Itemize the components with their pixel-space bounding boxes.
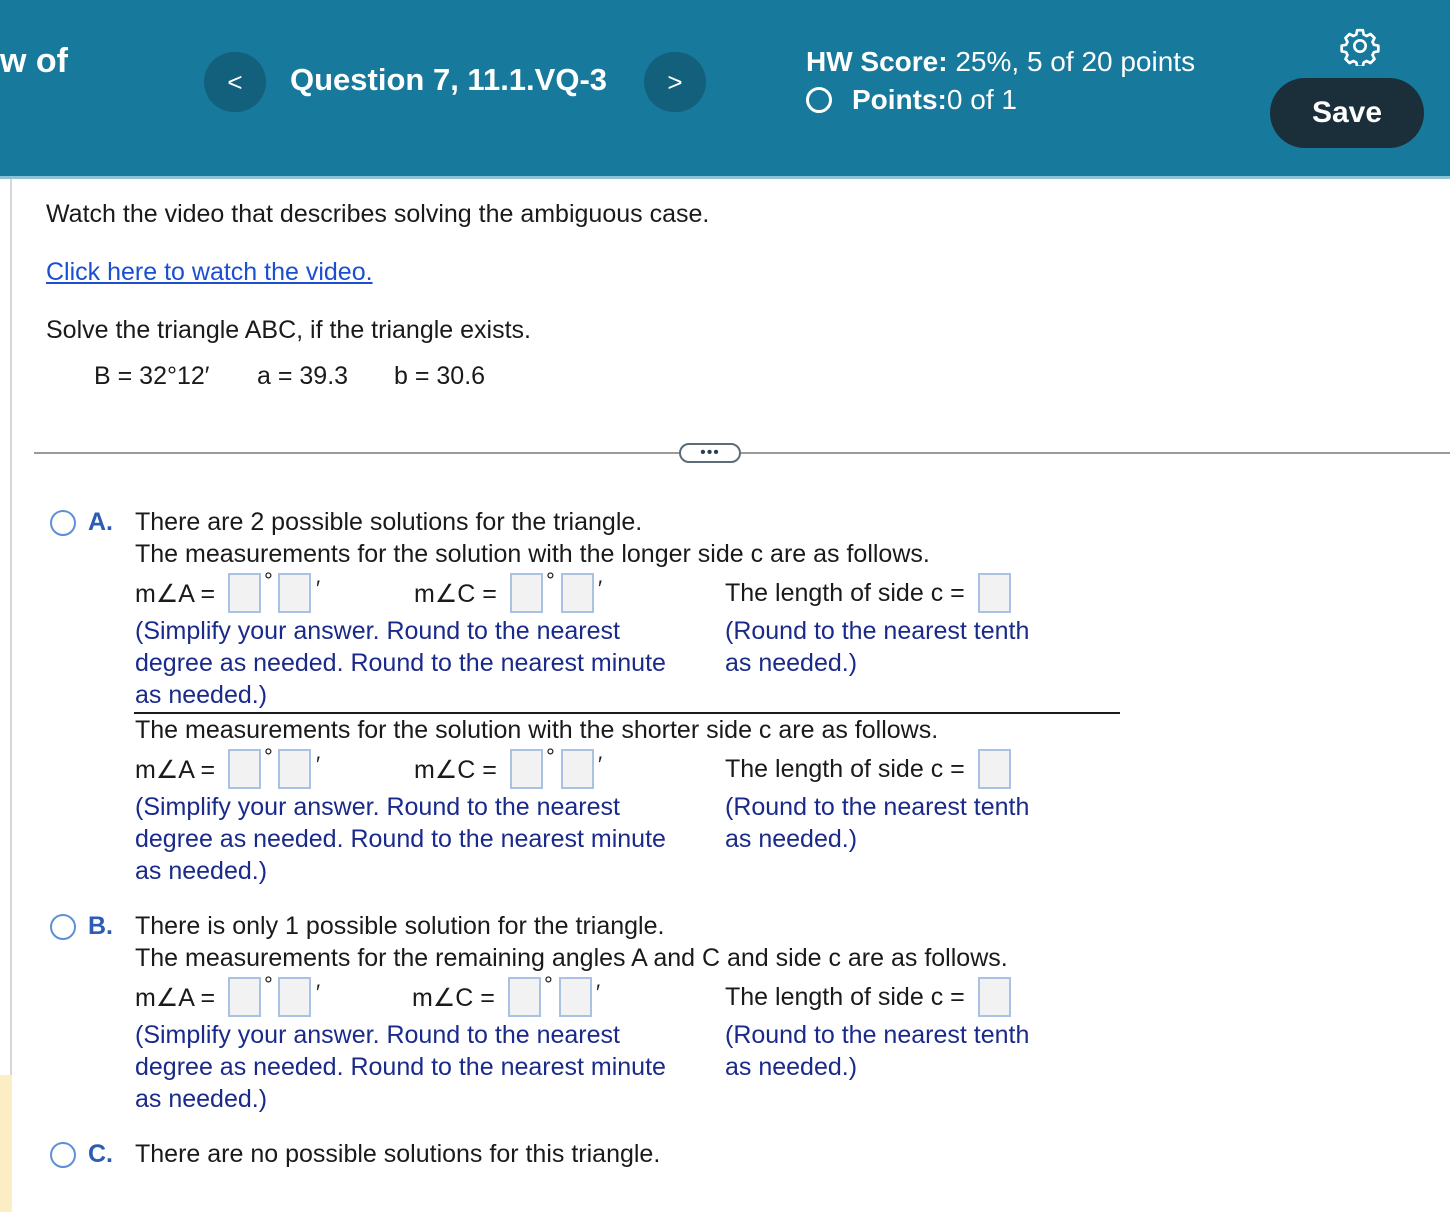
hint-line: as needed.) <box>725 649 858 677</box>
angle-c-label: m∠C = <box>414 580 497 608</box>
degree-symbol: ° <box>544 972 553 997</box>
option-a-text: There are 2 possible solutions for the t… <box>135 508 643 536</box>
a2-angle-c-minutes-input[interactable] <box>561 749 594 789</box>
left-rail-highlight <box>0 1075 12 1212</box>
b-angle-a-degrees-input[interactable] <box>228 977 261 1017</box>
side-c-label: The length of side c = <box>725 983 965 1011</box>
minute-symbol: ′ <box>598 576 603 601</box>
minute-symbol: ′ <box>316 980 321 1005</box>
video-link[interactable]: Click here to watch the video. <box>46 258 373 287</box>
minute-symbol: ′ <box>596 980 601 1005</box>
angle-a-label: m∠A = <box>135 756 216 784</box>
side-hint: (Round to the nearest tenth as needed.) <box>725 1019 1029 1083</box>
intro-text: Watch the video that describes solving t… <box>46 200 710 228</box>
hint-line: (Round to the nearest tenth <box>725 617 1030 645</box>
degree-symbol: ° <box>546 568 555 593</box>
side-hint: (Round to the nearest tenth as needed.) <box>725 615 1029 679</box>
angle-c-label: m∠C = <box>414 756 497 784</box>
hint-line: degree as needed. Round to the nearest m… <box>135 649 666 677</box>
a1-side-c-input[interactable] <box>978 573 1011 613</box>
hw-score: HW Score: 25%, 5 of 20 points <box>806 46 1195 78</box>
hint-line: degree as needed. Round to the nearest m… <box>135 1053 666 1081</box>
hint-line: as needed.) <box>135 681 268 709</box>
save-button[interactable]: Save <box>1270 78 1424 148</box>
option-c-radio[interactable] <box>50 1142 76 1168</box>
hint-line: as needed.) <box>135 857 268 885</box>
hint-line: as needed.) <box>135 1085 268 1113</box>
next-question-button[interactable]: > <box>644 52 706 112</box>
option-a-longer-text: The measurements for the solution with t… <box>135 540 930 568</box>
hint-line: as needed.) <box>725 825 858 853</box>
side-c-label: The length of side c = <box>725 579 965 607</box>
hint-line: degree as needed. Round to the nearest m… <box>135 825 666 853</box>
a1-angle-a-minutes-input[interactable] <box>278 573 311 613</box>
points-status-icon <box>806 87 832 113</box>
option-a-letter: A. <box>88 508 113 536</box>
left-rail <box>0 179 12 1212</box>
option-b-letter: B. <box>88 912 113 940</box>
chevron-left-icon: < <box>227 66 243 97</box>
option-a-shorter-text: The measurements for the solution with t… <box>135 716 939 744</box>
a2-angle-a-minutes-input[interactable] <box>278 749 311 789</box>
a1-angle-c-minutes-input[interactable] <box>561 573 594 613</box>
question-title: Question 7, 11.1.VQ-3 <box>290 62 608 97</box>
b-angle-c-minutes-input[interactable] <box>559 977 592 1017</box>
hw-score-value: 25%, 5 of 20 points <box>947 46 1196 77</box>
side-hint: (Round to the nearest tenth as needed.) <box>725 791 1029 855</box>
option-b-detail-text: The measurements for the remaining angle… <box>135 944 1008 972</box>
instruction-text: Solve the triangle ABC, if the triangle … <box>46 316 531 344</box>
degree-symbol: ° <box>264 744 273 769</box>
minute-symbol: ′ <box>316 576 321 601</box>
degree-symbol: ° <box>546 744 555 769</box>
header-border <box>0 176 1450 179</box>
a1-angle-c-degrees-input[interactable] <box>510 573 543 613</box>
more-options-button[interactable]: ••• <box>679 443 741 463</box>
angle-a-label: m∠A = <box>135 580 216 608</box>
hint-line: (Round to the nearest tenth <box>725 1021 1030 1049</box>
given-side-a: a = 39.3 <box>257 362 349 390</box>
hint-line: (Simplify your answer. Round to the near… <box>135 793 620 821</box>
hint-line: as needed.) <box>725 1053 858 1081</box>
given-angle-B: B = 32°12′ <box>94 362 210 390</box>
option-b-text: There is only 1 possible solution for th… <box>135 912 665 940</box>
top-bar: w of < Question 7, 11.1.VQ-3 > HW Score:… <box>0 0 1450 176</box>
hw-score-label: HW Score: <box>806 46 948 77</box>
minute-symbol: ′ <box>598 752 603 777</box>
hint-line: (Simplify your answer. Round to the near… <box>135 1021 620 1049</box>
a1-angle-a-degrees-input[interactable] <box>228 573 261 613</box>
b-side-c-input[interactable] <box>978 977 1011 1017</box>
section-divider <box>34 452 1450 454</box>
option-c-letter: C. <box>88 1140 113 1168</box>
hint-line: (Round to the nearest tenth <box>725 793 1030 821</box>
degree-symbol: ° <box>264 568 273 593</box>
b-angle-a-minutes-input[interactable] <box>278 977 311 1017</box>
option-b-radio[interactable] <box>50 914 76 940</box>
given-side-b: b = 30.6 <box>394 362 486 390</box>
previous-question-button[interactable]: < <box>204 52 266 112</box>
points-label: Points: <box>852 84 947 115</box>
a2-angle-c-degrees-input[interactable] <box>510 749 543 789</box>
clipped-header-text: w of <box>0 42 68 80</box>
option-a-radio[interactable] <box>50 510 76 536</box>
option-c-text: There are no possible solutions for this… <box>135 1140 661 1168</box>
points-value: 0 of 1 <box>946 84 1017 115</box>
hint-line: (Simplify your answer. Round to the near… <box>135 617 620 645</box>
chevron-right-icon: > <box>667 66 683 97</box>
minute-symbol: ′ <box>316 752 321 777</box>
angle-hint: (Simplify your answer. Round to the near… <box>135 1019 666 1115</box>
side-c-label: The length of side c = <box>725 755 965 783</box>
a2-side-c-input[interactable] <box>978 749 1011 789</box>
angle-hint: (Simplify your answer. Round to the near… <box>135 791 666 887</box>
question-points: Points: 0 of 1 <box>806 84 1017 116</box>
a2-angle-a-degrees-input[interactable] <box>228 749 261 789</box>
angle-hint: (Simplify your answer. Round to the near… <box>135 615 666 711</box>
gear-icon[interactable] <box>1340 26 1380 66</box>
angle-c-label: m∠C = <box>412 984 495 1012</box>
degree-symbol: ° <box>264 972 273 997</box>
solution-divider <box>134 712 1120 714</box>
angle-a-label: m∠A = <box>135 984 216 1012</box>
b-angle-c-degrees-input[interactable] <box>508 977 541 1017</box>
